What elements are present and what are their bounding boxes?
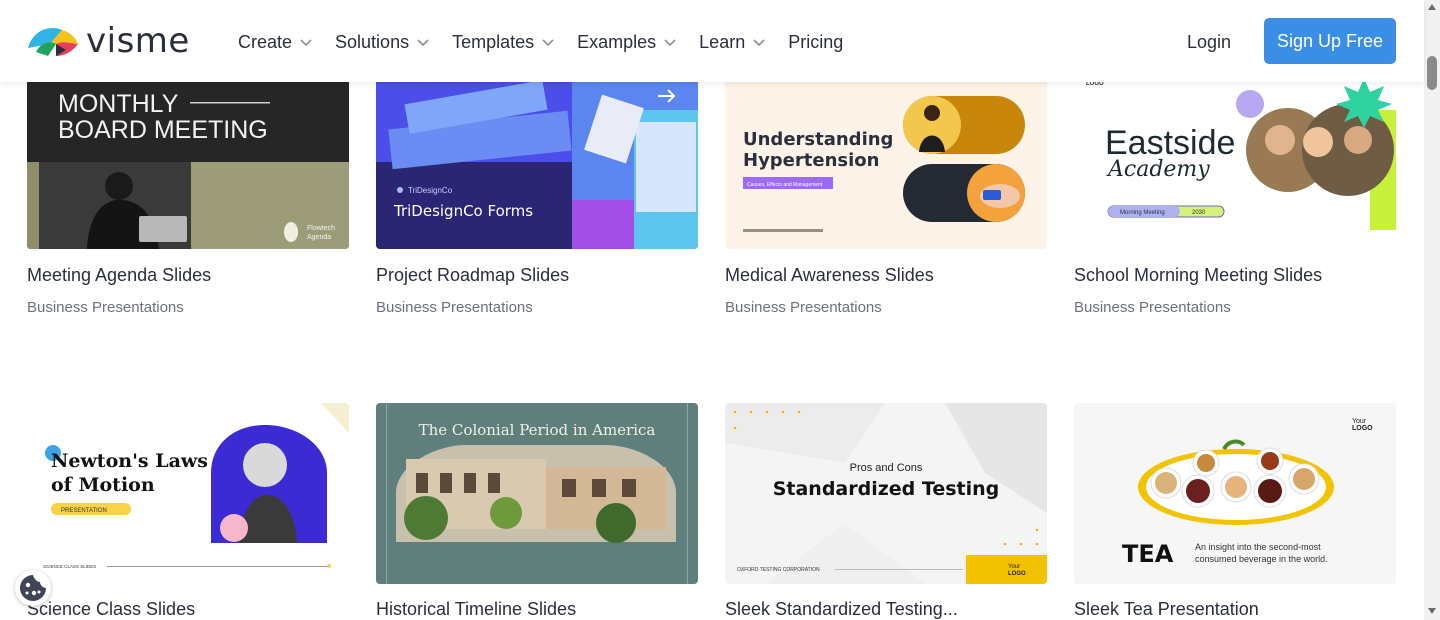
chevron-down-icon xyxy=(542,39,554,47)
thumb-logo2: LOGO xyxy=(1008,571,1026,577)
scroll-up-arrow-icon[interactable] xyxy=(1428,4,1436,10)
nav-solutions[interactable]: Solutions xyxy=(335,28,430,56)
thumb-text2: consumed beverage in the world. xyxy=(1195,554,1328,564)
chevron-down-icon xyxy=(300,39,312,47)
login-link[interactable]: Login xyxy=(1187,29,1231,55)
thumb-line2: of Motion xyxy=(51,474,155,496)
thumb-heading: TriDesignCo Forms xyxy=(393,202,533,220)
nav-pricing[interactable]: Pricing xyxy=(788,28,843,56)
visme-logo[interactable]: visme xyxy=(26,22,206,60)
thumb-text1: An insight into the second-most xyxy=(1195,542,1321,552)
site-header: visme Create Solutions Templates Example… xyxy=(0,0,1424,82)
thumb-kicker: Pros and Cons xyxy=(850,462,923,474)
scroll-down-arrow-icon[interactable] xyxy=(1428,608,1436,614)
thumb-heading: The Colonial Period in America xyxy=(419,421,656,439)
standardized-testing-preview: Pros and Cons Standardized Testing OXFOR… xyxy=(725,403,1047,584)
tea-presentation-preview: Your LOGO TEA An insight into the second… xyxy=(1074,403,1396,584)
thumb-line2: Academy xyxy=(1106,157,1210,182)
thumb-logo1: Your xyxy=(1008,564,1020,570)
thumb-pill: Morning Meeting xyxy=(1120,210,1165,216)
card-title[interactable]: Historical Timeline Slides xyxy=(376,599,576,620)
template-thumbnail[interactable]: Your LOGO TEA An insight into the second… xyxy=(1074,403,1396,584)
thumb-caption1: Flowtech xyxy=(307,225,335,232)
science-class-preview: Newton's Laws of Motion PRESENTATION SCI… xyxy=(27,403,349,584)
nav-templates-label: Templates xyxy=(452,31,535,52)
thumb-line2: Hypertension xyxy=(743,150,879,171)
card-title[interactable]: Sleek Standardized Testing... xyxy=(725,599,958,620)
chevron-down-icon xyxy=(417,39,429,47)
thumb-line1: MONTHLY xyxy=(58,90,179,118)
card-title[interactable]: School Morning Meeting Slides xyxy=(1074,265,1322,286)
main-nav: Create Solutions Templates Examples Lear… xyxy=(238,28,865,56)
thumb-heading: TEA xyxy=(1122,540,1174,568)
nav-learn-label: Learn xyxy=(699,31,746,52)
chevron-down-icon xyxy=(664,39,676,47)
card-category: Business Presentations xyxy=(1074,299,1231,316)
nav-pricing-label: Pricing xyxy=(788,31,844,52)
template-thumbnail[interactable]: The Colonial Period in America xyxy=(376,403,698,584)
nav-learn[interactable]: Learn xyxy=(699,28,766,56)
nav-solutions-label: Solutions xyxy=(335,31,410,52)
thumb-line1: Newton's Laws xyxy=(51,450,208,472)
card-category: Business Presentations xyxy=(725,299,882,316)
card-category: Business Presentations xyxy=(27,299,184,316)
card-title[interactable]: Medical Awareness Slides xyxy=(725,265,934,286)
card-category: Business Presentations xyxy=(376,299,533,316)
nav-examples[interactable]: Examples xyxy=(577,28,677,56)
thumb-footer: OXFORD TESTING CORPORATION xyxy=(737,567,820,573)
nav-create-label: Create xyxy=(238,31,293,52)
nav-examples-label: Examples xyxy=(577,31,657,52)
cookie-icon xyxy=(20,575,46,601)
thumb-heading: Standardized Testing xyxy=(773,478,1000,500)
thumb-caption2: Agenda xyxy=(307,234,331,241)
template-thumbnail[interactable]: Pros and Cons Standardized Testing OXFOR… xyxy=(725,403,1047,584)
nav-templates[interactable]: Templates xyxy=(452,28,555,56)
thumb-logo2: LOGO xyxy=(1352,425,1373,432)
thumb-tag: PRESENTATION xyxy=(61,508,107,514)
thumb-line2: BOARD MEETING xyxy=(58,116,268,144)
thumb-logo1: Your xyxy=(1352,418,1367,425)
chevron-down-icon xyxy=(753,39,765,47)
cookie-settings-button[interactable] xyxy=(15,570,51,606)
thumb-year: 2030 xyxy=(1192,210,1206,216)
scrollbar-thumb[interactable] xyxy=(1427,56,1437,90)
sign-up-button[interactable]: Sign Up Free xyxy=(1264,18,1396,64)
card-title[interactable]: Project Roadmap Slides xyxy=(376,265,569,286)
thumb-footer: SCIENCE CLASS SLIDES xyxy=(43,564,96,569)
card-title[interactable]: Science Class Slides xyxy=(27,599,195,620)
brand-name: visme xyxy=(86,21,190,61)
visme-logo-icon xyxy=(28,28,78,56)
template-thumbnail[interactable]: Newton's Laws of Motion PRESENTATION SCI… xyxy=(27,403,349,584)
card-title[interactable]: Sleek Tea Presentation xyxy=(1074,599,1259,620)
thumb-tag: Causes, Effects and Management xyxy=(747,182,823,188)
nav-create[interactable]: Create xyxy=(238,28,313,56)
card-title[interactable]: Meeting Agenda Slides xyxy=(27,265,211,286)
historical-timeline-preview: The Colonial Period in America xyxy=(376,403,698,584)
thumb-line1: Understanding xyxy=(743,129,893,150)
page-scrollbar[interactable] xyxy=(1424,0,1440,620)
thumb-brand: TriDesignCo xyxy=(408,186,453,195)
